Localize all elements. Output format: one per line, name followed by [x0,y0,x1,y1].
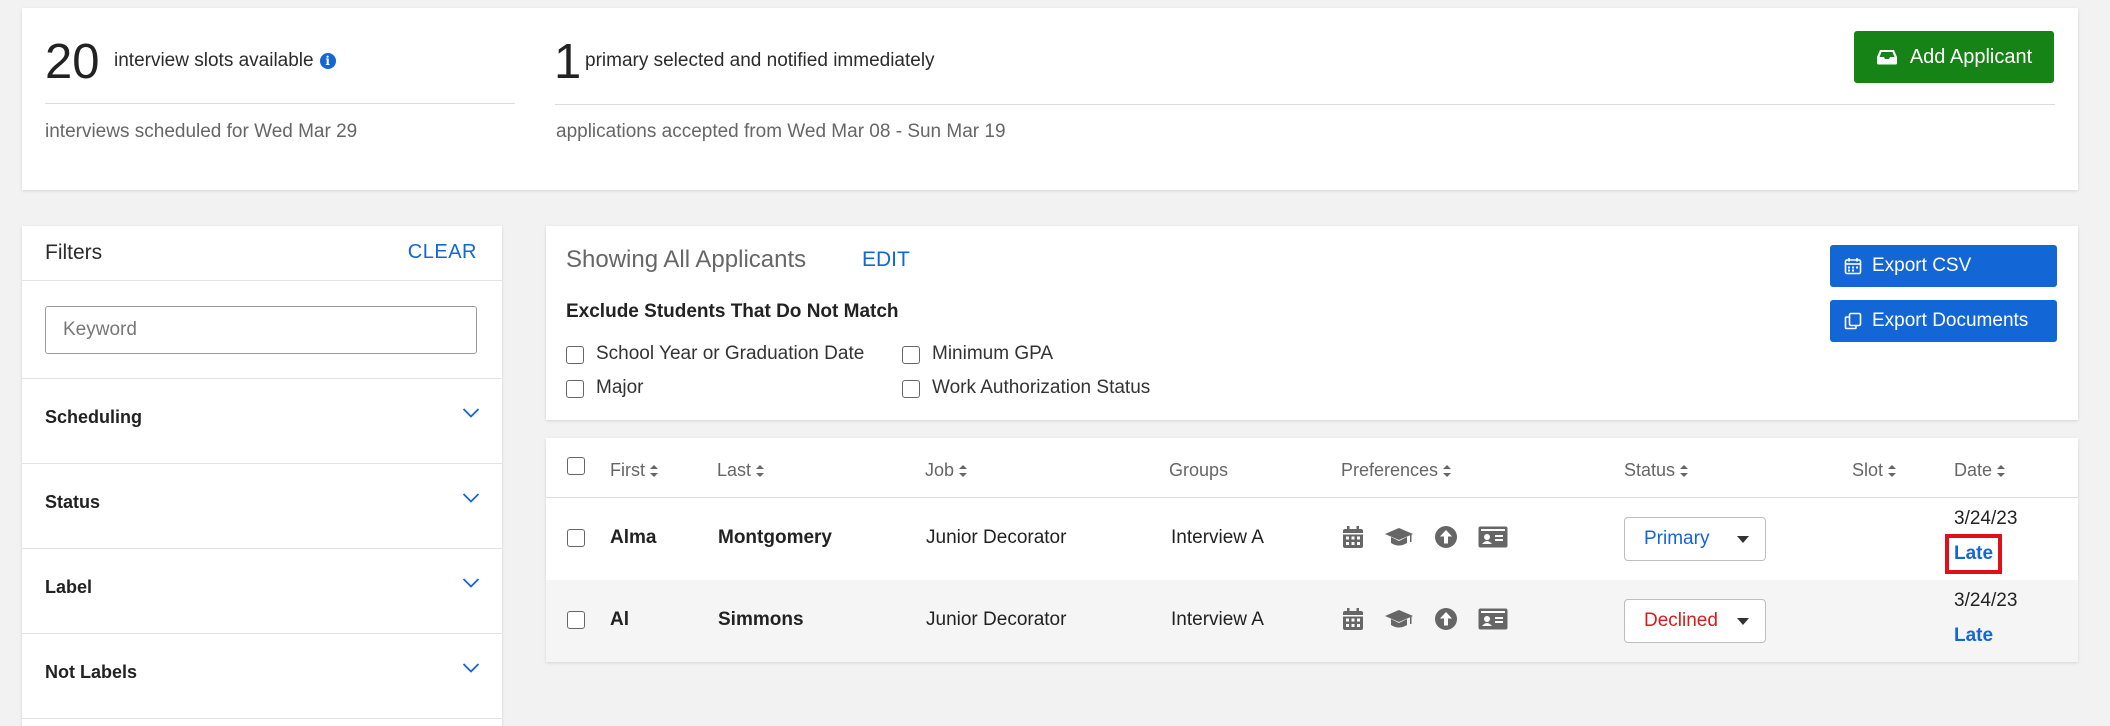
graduation-cap-icon [1385,610,1413,628]
status-select[interactable]: Declined [1624,599,1766,643]
calendar-icon [1343,526,1363,548]
export-documents-button[interactable]: Export Documents [1830,300,2057,342]
sort-icon [756,464,765,477]
minimum-gpa-label: Minimum GPA [932,343,1054,364]
calendar-icon [1844,258,1862,275]
filter-section-divider [22,718,502,726]
applicants-panel: Showing All Applicants EDIT Exclude Stud… [546,226,2078,420]
sort-icon [1680,464,1689,477]
arrow-up-circle-icon [1435,608,1457,630]
chevron-down-icon [462,493,480,503]
work-authorization-checkbox[interactable] [902,380,920,398]
caret-down-icon [1737,536,1749,543]
sort-icon [1443,464,1452,477]
status-value: Primary [1644,528,1710,549]
late-badge[interactable]: Late [1954,625,1993,647]
applicant-group: Interview A [1171,527,1264,548]
primary-count: 1 [554,35,582,89]
section-label: Not Labels [45,662,138,682]
keyword-input[interactable] [45,306,477,354]
primary-sub: applications accepted from Wed Mar 08 - … [556,121,1006,142]
row-checkbox[interactable] [567,611,585,629]
chevron-down-icon [462,408,480,418]
column-header-slot[interactable]: Slot [1852,460,1897,481]
edit-link[interactable]: EDIT [862,248,910,272]
column-header-date[interactable]: Date [1954,460,2006,481]
copy-icon [1844,312,1862,330]
column-header-status[interactable]: Status [1624,460,1689,481]
chevron-down-icon [462,663,480,673]
calendar-icon [1343,608,1363,630]
divider [45,103,515,104]
summary-card: 20 interview slots available i interviews… [22,8,2078,190]
filter-section-not-labels[interactable]: Not Labels [22,633,502,718]
row-checkbox[interactable] [567,529,585,547]
id-card-icon [1478,526,1508,548]
caret-down-icon [1737,618,1749,625]
major-checkbox[interactable] [566,380,584,398]
preference-icons [1342,607,1508,631]
minimum-gpa-checkbox[interactable] [902,346,920,364]
divider [555,104,2055,105]
primary-label: primary selected and notified immediatel… [585,50,935,71]
clear-filters-link[interactable]: CLEAR [408,241,477,264]
work-authorization-label: Work Authorization Status [932,377,1151,398]
applicant-group: Interview A [1171,609,1264,630]
graduation-cap-icon [1385,528,1413,546]
status-value: Declined [1644,610,1718,631]
sort-icon [1888,464,1897,477]
school-year-checkbox[interactable] [566,346,584,364]
status-select[interactable]: Primary [1624,517,1766,561]
arrow-up-circle-icon [1435,526,1457,548]
applicant-first: Al [610,609,629,630]
applicant-date: 3/24/23 [1954,508,2018,529]
export-documents-label: Export Documents [1872,310,2029,331]
info-icon[interactable]: i [319,53,336,69]
sort-icon [1997,464,2006,477]
applicant-job: Junior Decorator [926,527,1067,548]
slots-sub: interviews scheduled for Wed Mar 29 [45,121,358,142]
column-header-last[interactable]: Last [717,460,765,481]
applicants-table: First Last Job Groups Preferences Status… [546,438,2078,662]
late-badge[interactable]: Late [1944,534,2003,574]
export-csv-button[interactable]: Export CSV [1830,245,2057,287]
export-csv-label: Export CSV [1872,255,1972,276]
section-label: Label [45,577,93,597]
exclude-heading: Exclude Students That Do Not Match [566,301,899,322]
applicants-title: Showing All Applicants [566,246,807,273]
table-row: Al Simmons Junior Decorator Interview A … [546,580,2078,662]
applicant-job: Junior Decorator [926,609,1067,630]
inbox-icon [1876,50,1897,65]
filter-section-scheduling[interactable]: Scheduling [22,378,502,463]
applicant-last[interactable]: Montgomery [718,527,832,549]
school-year-label: School Year or Graduation Date [596,343,865,364]
table-row: Alma Montgomery Junior Decorator Intervi… [546,498,2078,580]
slots-label: interview slots available i [114,50,336,72]
applicant-first: Alma [610,527,657,548]
column-header-preferences[interactable]: Preferences [1341,460,1452,481]
column-header-job[interactable]: Job [925,460,968,481]
applicant-date: 3/24/23 [1954,590,2018,611]
sort-icon [650,464,658,477]
sort-icon [959,464,968,477]
chevron-down-icon [462,578,480,588]
column-header-groups: Groups [1169,460,1229,480]
preference-icons [1342,525,1508,549]
filter-section-label[interactable]: Label [22,548,502,633]
major-label: Major [596,377,644,398]
select-all-checkbox[interactable] [567,457,585,475]
filter-section-status[interactable]: Status [22,463,502,548]
column-header-first[interactable]: First [610,460,658,481]
id-card-icon [1478,608,1508,630]
section-label: Scheduling [45,407,143,427]
add-applicant-button[interactable]: Add Applicant [1854,31,2054,83]
filters-header: Filters CLEAR [22,226,502,281]
applicant-last[interactable]: Simmons [718,609,804,631]
filters-panel: Filters CLEAR Scheduling Status Label No… [22,226,502,726]
add-applicant-label: Add Applicant [1909,45,2033,68]
slots-count: 20 [45,35,100,89]
section-label: Status [45,492,101,512]
filters-title: Filters [45,241,103,264]
